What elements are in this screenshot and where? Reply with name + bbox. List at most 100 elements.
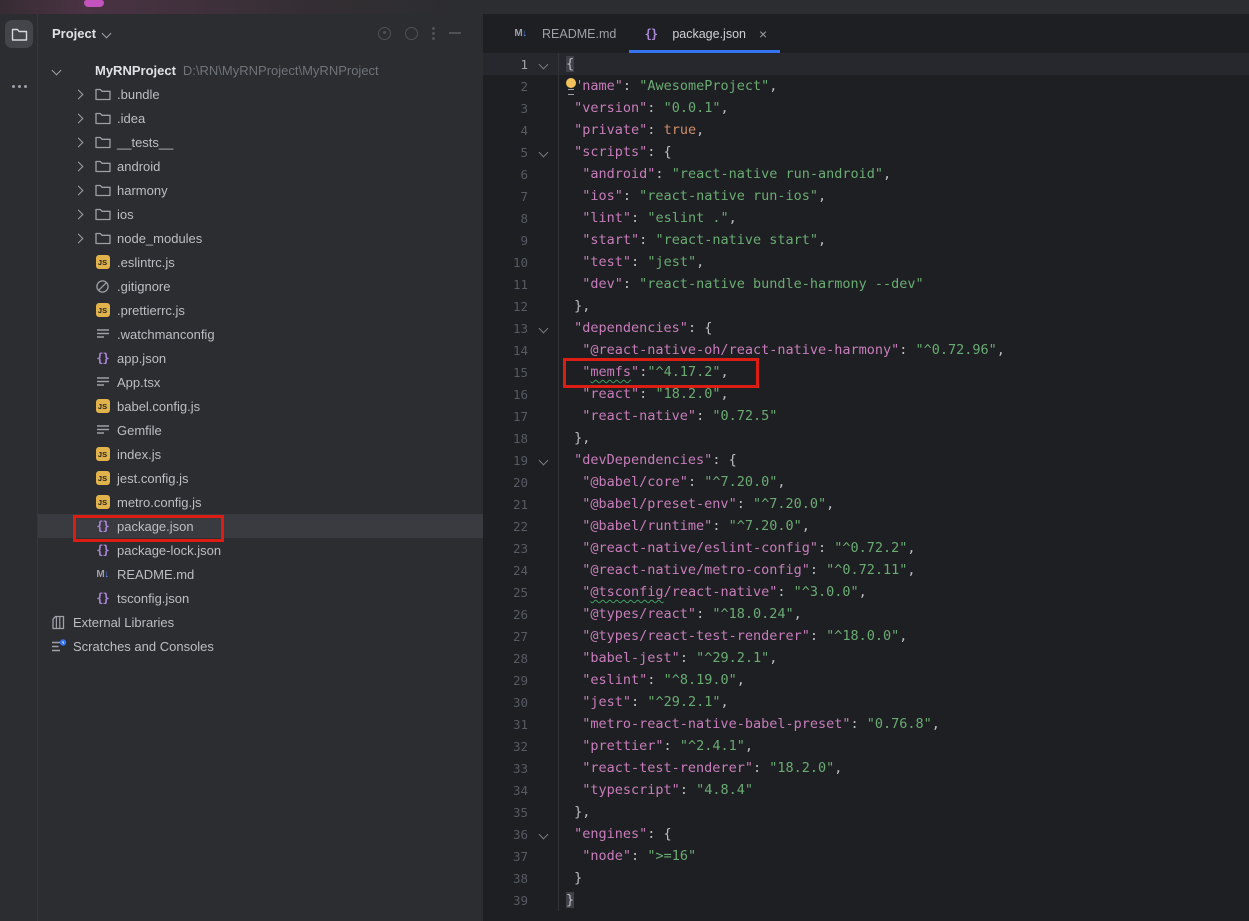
more-options-icon[interactable]	[432, 27, 435, 40]
fold-gutter	[534, 163, 552, 185]
tree-item-external-libraries[interactable]: External Libraries	[38, 610, 483, 634]
code-line-11[interactable]: 11 "dev": "react-native bundle-harmony -…	[483, 273, 1249, 295]
tree-item--tests-[interactable]: __tests__	[38, 130, 483, 154]
fold-gutter	[534, 251, 552, 273]
code-line-19[interactable]: 19 "devDependencies": {	[483, 449, 1249, 471]
tree-item-scratches-and-consoles[interactable]: Scratches and Consoles	[38, 634, 483, 658]
chevron-right-icon[interactable]	[72, 163, 94, 170]
code-line-12[interactable]: 12 },	[483, 295, 1249, 317]
code-line-26[interactable]: 26 "@types/react": "^18.0.24",	[483, 603, 1249, 625]
chevron-right-icon[interactable]	[72, 235, 94, 242]
code-line-25[interactable]: 25 "@tsconfig/react-native": "^3.0.0",	[483, 581, 1249, 603]
tree-item-tsconfig-json[interactable]: {}tsconfig.json	[38, 586, 483, 610]
code-line-15[interactable]: 15 "memfs":"^4.17.2",	[483, 361, 1249, 383]
code-line-31[interactable]: 31 "metro-react-native-babel-preset": "0…	[483, 713, 1249, 735]
tab-label: package.json	[672, 27, 746, 41]
code-line-24[interactable]: 24 "@react-native/metro-config": "^0.72.…	[483, 559, 1249, 581]
tree-item-package-json[interactable]: {}package.json	[38, 514, 483, 538]
tree-item-node-modules[interactable]: node_modules	[38, 226, 483, 250]
tab-package-json[interactable]: {}package.json×	[629, 14, 780, 53]
tree-item-myrnproject[interactable]: MyRNProjectD:\RN\MyRNProject\MyRNProject	[38, 58, 483, 82]
tree-item--watchmanconfig[interactable]: .watchmanconfig	[38, 322, 483, 346]
more-tool-windows-button[interactable]	[0, 76, 38, 96]
tree-item-jest-config-js[interactable]: JSjest.config.js	[38, 466, 483, 490]
code-editor[interactable]: 1{2 "name": "AwesomeProject",3 "version"…	[483, 53, 1249, 911]
code-line-14[interactable]: 14 "@react-native-oh/react-native-harmon…	[483, 339, 1249, 361]
tree-item-app-json[interactable]: {}app.json	[38, 346, 483, 370]
code-line-34[interactable]: 34 "typescript": "4.8.4"	[483, 779, 1249, 801]
code-line-36[interactable]: 36 "engines": {	[483, 823, 1249, 845]
code-line-21[interactable]: 21 "@babel/preset-env": "^7.20.0",	[483, 493, 1249, 515]
code-line-20[interactable]: 20 "@babel/core": "^7.20.0",	[483, 471, 1249, 493]
tab-label: README.md	[542, 27, 616, 41]
line-number: 25	[483, 585, 528, 600]
tree-item-harmony[interactable]: harmony	[38, 178, 483, 202]
collapse-all-icon[interactable]	[405, 27, 418, 40]
chevron-right-icon[interactable]	[72, 91, 94, 98]
code-line-30[interactable]: 30 "jest": "^29.2.1",	[483, 691, 1249, 713]
tree-item--idea[interactable]: .idea	[38, 106, 483, 130]
fold-chevron-icon[interactable]	[534, 53, 552, 75]
code-line-2[interactable]: 2 "name": "AwesomeProject",	[483, 75, 1249, 97]
code-line-13[interactable]: 13 "dependencies": {	[483, 317, 1249, 339]
intention-lightbulb-icon[interactable]	[564, 77, 579, 95]
chevron-down-icon[interactable]	[102, 28, 112, 38]
code-line-8[interactable]: 8 "lint": "eslint .",	[483, 207, 1249, 229]
code-line-17[interactable]: 17 "react-native": "0.72.5"	[483, 405, 1249, 427]
code-text: "@react-native-oh/react-native-harmony":…	[558, 339, 1249, 361]
fold-chevron-icon[interactable]	[534, 317, 552, 339]
code-line-6[interactable]: 6 "android": "react-native run-android",	[483, 163, 1249, 185]
code-line-29[interactable]: 29 "eslint": "^8.19.0",	[483, 669, 1249, 691]
tree-item-app-tsx[interactable]: App.tsx	[38, 370, 483, 394]
code-line-3[interactable]: 3 "version": "0.0.1",	[483, 97, 1249, 119]
code-line-9[interactable]: 9 "start": "react-native start",	[483, 229, 1249, 251]
line-number: 19	[483, 453, 528, 468]
tree-item-label: __tests__	[117, 135, 173, 150]
code-line-16[interactable]: 16 "react": "18.2.0",	[483, 383, 1249, 405]
code-line-1[interactable]: 1{	[483, 53, 1249, 75]
tree-item-index-js[interactable]: JSindex.js	[38, 442, 483, 466]
tab-readme-md[interactable]: M↓README.md	[499, 14, 629, 53]
tree-item-babel-config-js[interactable]: JSbabel.config.js	[38, 394, 483, 418]
chevron-right-icon[interactable]	[72, 115, 94, 122]
tree-item-gemfile[interactable]: Gemfile	[38, 418, 483, 442]
code-line-23[interactable]: 23 "@react-native/eslint-config": "^0.72…	[483, 537, 1249, 559]
code-line-5[interactable]: 5 "scripts": {	[483, 141, 1249, 163]
code-line-33[interactable]: 33 "react-test-renderer": "18.2.0",	[483, 757, 1249, 779]
folder-icon	[94, 134, 111, 150]
hide-panel-icon[interactable]	[449, 32, 461, 34]
tree-item-ios[interactable]: ios	[38, 202, 483, 226]
code-line-39[interactable]: 39}	[483, 889, 1249, 911]
fold-chevron-icon[interactable]	[534, 141, 552, 163]
code-line-35[interactable]: 35 },	[483, 801, 1249, 823]
tree-item--eslintrc-js[interactable]: JS.eslintrc.js	[38, 250, 483, 274]
close-icon[interactable]: ×	[759, 27, 767, 41]
text-icon	[94, 326, 111, 342]
chevron-down-icon[interactable]	[50, 67, 72, 74]
code-line-10[interactable]: 10 "test": "jest",	[483, 251, 1249, 273]
code-line-7[interactable]: 7 "ios": "react-native run-ios",	[483, 185, 1249, 207]
tree-item-package-lock-json[interactable]: {}package-lock.json	[38, 538, 483, 562]
tree-item-readme-md[interactable]: M↓README.md	[38, 562, 483, 586]
tree-item-android[interactable]: android	[38, 154, 483, 178]
chevron-right-icon[interactable]	[72, 187, 94, 194]
code-line-38[interactable]: 38 }	[483, 867, 1249, 889]
project-tool-window-button[interactable]	[5, 20, 33, 48]
chevron-right-icon[interactable]	[72, 211, 94, 218]
code-line-18[interactable]: 18 },	[483, 427, 1249, 449]
code-line-22[interactable]: 22 "@babel/runtime": "^7.20.0",	[483, 515, 1249, 537]
code-line-4[interactable]: 4 "private": true,	[483, 119, 1249, 141]
code-line-28[interactable]: 28 "babel-jest": "^29.2.1",	[483, 647, 1249, 669]
fold-chevron-icon[interactable]	[534, 449, 552, 471]
chevron-right-icon[interactable]	[72, 139, 94, 146]
window-top-bar	[0, 0, 1249, 14]
tree-item--gitignore[interactable]: .gitignore	[38, 274, 483, 298]
code-line-27[interactable]: 27 "@types/react-test-renderer": "^18.0.…	[483, 625, 1249, 647]
fold-chevron-icon[interactable]	[534, 823, 552, 845]
code-line-32[interactable]: 32 "prettier": "^2.4.1",	[483, 735, 1249, 757]
select-opened-file-icon[interactable]	[378, 27, 391, 40]
code-line-37[interactable]: 37 "node": ">=16"	[483, 845, 1249, 867]
tree-item--bundle[interactable]: .bundle	[38, 82, 483, 106]
tree-item--prettierrc-js[interactable]: JS.prettierrc.js	[38, 298, 483, 322]
tree-item-metro-config-js[interactable]: JSmetro.config.js	[38, 490, 483, 514]
